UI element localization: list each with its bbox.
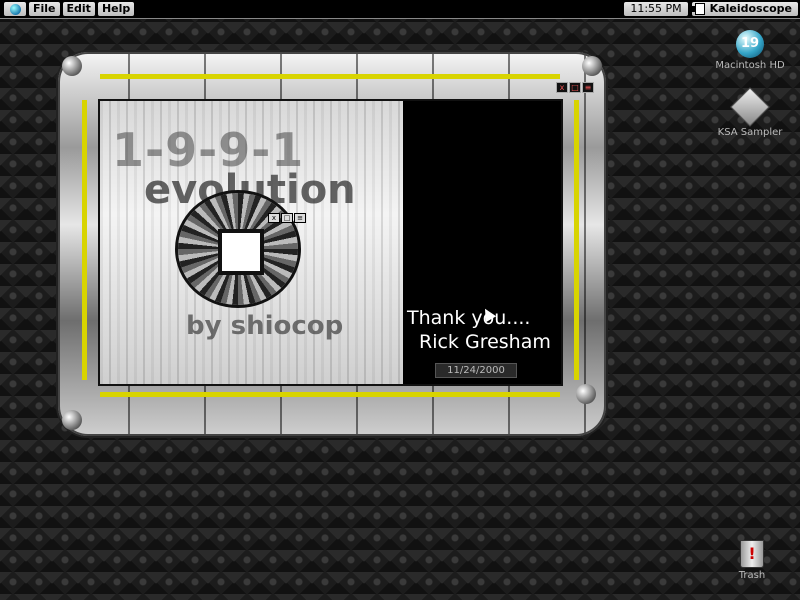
menu-bar: File Edit Help 11:55 PM Kaleidoscope [0,0,800,19]
close-box-icon[interactable]: x [556,82,568,93]
mini-close-icon: x [268,213,280,223]
mini-window-controls: x □ ≡ [268,213,307,223]
application-menu[interactable]: Kaleidoscope [691,2,798,16]
frame-corner-knob [582,56,602,76]
apple-menu-icon[interactable] [4,2,26,16]
frame-accent-left [82,100,87,380]
date-field: 11/24/2000 [435,363,517,378]
desktop-icon-label: KSA Sampler [717,127,783,138]
trash-icon: ! [740,540,764,568]
desktop-icon-label: Trash [738,570,766,581]
application-icon [691,3,705,15]
menu-clock[interactable]: 11:55 PM [624,2,688,16]
splash-author: by shiocop [186,311,344,341]
thanks-name: Rick Gresham [419,331,551,353]
desktop-icon-label: Macintosh HD [715,60,785,71]
mini-collapse-icon: ≡ [294,213,306,223]
gear-logo-icon [178,193,298,305]
frame-accent-top [100,74,560,79]
application-menu-label: Kaleidoscope [709,2,792,15]
menu-help[interactable]: Help [97,2,135,16]
collapse-box-icon[interactable]: ≡ [582,82,594,93]
splash-content: 1-9-9-1 evolution x □ ≡ by shiocop Thank… [98,99,563,386]
menu-bar-right: 11:55 PM Kaleidoscope [624,0,800,18]
frame-corner-knob [62,56,82,76]
zoom-box-icon[interactable]: □ [569,82,581,93]
frame-accent-right [574,100,579,380]
desktop-icon-macintosh-hd[interactable]: 19 Macintosh HD [705,30,795,71]
desktop-icon-ksa-sampler[interactable]: KSA Sampler [705,87,795,138]
hard-disk-icon: 19 [736,30,764,58]
splash-artwork: 1-9-9-1 evolution x □ ≡ by shiocop [100,101,403,384]
menu-edit[interactable]: Edit [62,2,95,16]
menu-file[interactable]: File [29,2,60,16]
mini-zoom-icon: □ [281,213,293,223]
ksa-sampler-icon [730,87,770,127]
window-controls: x □ ≡ [556,82,595,93]
frame-accent-bottom [100,392,560,397]
frame-corner-knob [576,384,596,404]
desktop-icon-trash[interactable]: ! Trash [707,540,797,581]
thanks-text: Thank you.... [407,307,531,329]
thanks-pane: Thank you.... Rick Gresham 11/24/2000 [403,101,561,384]
frame-corner-knob [62,410,82,430]
